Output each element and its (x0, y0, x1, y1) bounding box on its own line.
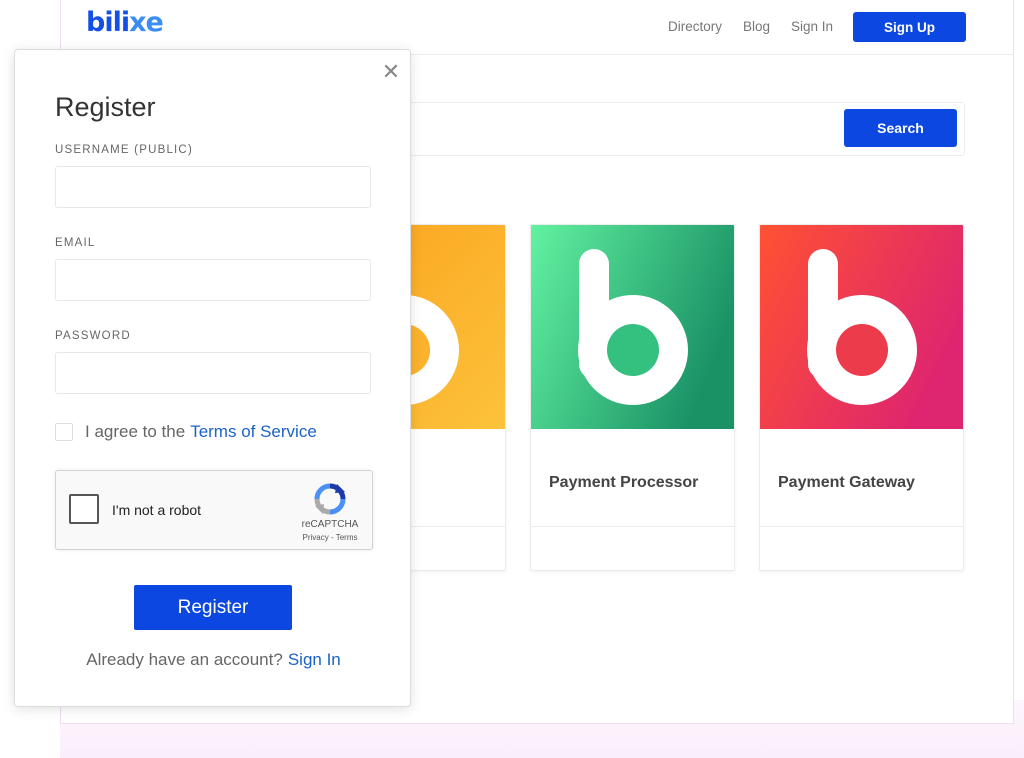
agree-text: I agree to the (85, 422, 186, 441)
close-icon[interactable]: ✕ (381, 61, 401, 83)
password-input[interactable] (55, 352, 371, 394)
email-label: EMAIL (55, 237, 96, 249)
card-logo-icon (531, 225, 734, 429)
card-logo-icon (760, 225, 963, 429)
search-button[interactable]: Search (844, 109, 957, 147)
search-input[interactable] (382, 103, 842, 155)
card-image (531, 225, 734, 429)
logo-main: bili (86, 7, 130, 38)
recaptcha-checkbox[interactable] (69, 494, 99, 524)
username-label: USERNAME (PUBLIC) (55, 144, 193, 156)
password-label: PASSWORD (55, 330, 131, 342)
nav-sign-in[interactable]: Sign In (791, 19, 833, 34)
listing-card[interactable]: Payment Gateway (759, 224, 964, 571)
listing-card[interactable]: Payment Processor (530, 224, 735, 571)
card-footer (531, 526, 734, 570)
sign-in-prompt: Already have an account? Sign In (15, 650, 412, 670)
navbar: bilixe Directory Blog Sign In Sign Up (61, 0, 1013, 55)
card-image (760, 225, 963, 429)
modal-title: Register (55, 92, 156, 122)
nav-directory[interactable]: Directory (668, 19, 722, 34)
nav-blog[interactable]: Blog (743, 19, 770, 34)
terms-agree-row: I agree to the Terms of Service (55, 421, 317, 443)
email-input[interactable] (55, 259, 371, 301)
logo[interactable]: bilixe (86, 7, 164, 38)
sign-up-button[interactable]: Sign Up (853, 12, 966, 42)
recaptcha-brand: reCAPTCHA (301, 519, 359, 530)
card-footer (760, 526, 963, 570)
recaptcha-logo-icon (314, 483, 346, 515)
recaptcha-links[interactable]: Privacy - Terms (286, 533, 374, 542)
username-input[interactable] (55, 166, 371, 208)
terms-checkbox[interactable] (55, 423, 73, 441)
recaptcha-label: I'm not a robot (112, 502, 202, 518)
account-prompt-text: Already have an account? (86, 650, 283, 669)
logo-accent: xe (129, 7, 164, 38)
card-title[interactable]: Payment Processor (549, 474, 698, 492)
card-title[interactable]: Payment Gateway (778, 474, 915, 492)
recaptcha-widget: I'm not a robot reCAPTCHA Privacy - Term… (55, 470, 373, 550)
register-button[interactable]: Register (134, 585, 292, 630)
terms-of-service-link[interactable]: Terms of Service (190, 422, 317, 442)
register-modal: ✕ Register USERNAME (PUBLIC) EMAIL PASSW… (14, 49, 411, 707)
sign-in-link[interactable]: Sign In (288, 650, 341, 669)
